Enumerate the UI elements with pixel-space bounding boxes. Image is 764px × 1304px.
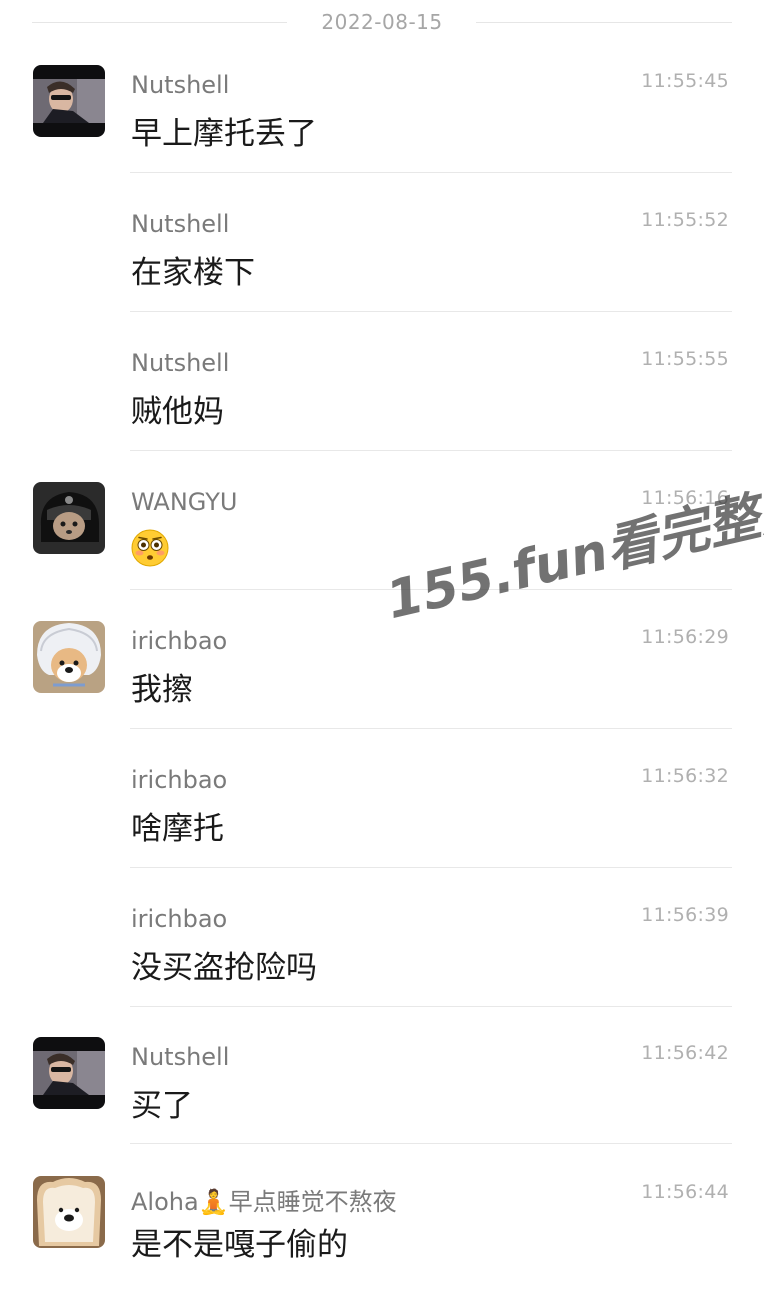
message-divider	[130, 1006, 732, 1007]
message-row[interactable]: irichbao 11:56:32 啥摩托	[0, 749, 764, 888]
message-text: 是不是嘎子偷的	[131, 1227, 348, 1263]
avatar-irichbao[interactable]	[33, 621, 105, 693]
sender-name: Nutshell	[131, 1043, 230, 1071]
message-text: 贼他妈	[131, 394, 224, 430]
message-text: 买了	[131, 1088, 193, 1124]
flushed-face-emoji	[131, 529, 169, 567]
message-time: 11:55:55	[641, 348, 729, 370]
date-separator: 2022-08-15	[0, 0, 764, 44]
sender-name: WANGYU	[131, 488, 238, 516]
message-divider	[130, 311, 732, 312]
message-divider	[130, 450, 732, 451]
message-row[interactable]: Nutshell 11:55:52 在家楼下	[0, 193, 764, 332]
sender-name: Nutshell	[131, 71, 230, 99]
message-text: 我擦	[131, 672, 193, 708]
message-text: 没买盗抢险吗	[131, 950, 317, 986]
sender-name: irichbao	[131, 905, 228, 933]
sender-name: irichbao	[131, 766, 228, 794]
sender-name: Aloha🧘早点睡觉不熬夜	[131, 1188, 397, 1216]
message-divider	[130, 728, 732, 729]
message-row[interactable]: irichbao 11:56:39 没买盗抢险吗	[0, 888, 764, 1027]
sender-name: Nutshell	[131, 210, 230, 238]
message-time: 11:55:52	[641, 209, 729, 231]
message-time: 11:56:42	[641, 1042, 729, 1064]
message-time: 11:56:44	[641, 1181, 729, 1203]
message-text: 啥摩托	[131, 811, 224, 847]
message-text: 在家楼下	[131, 255, 255, 291]
message-row[interactable]: Nutshell 11:55:45 早上摩托丢了	[0, 54, 764, 193]
message-divider	[130, 172, 732, 173]
avatar-nutshell[interactable]	[33, 1037, 105, 1109]
message-row[interactable]: Nutshell 11:56:42 买了	[0, 1026, 764, 1165]
message-text: 早上摩托丢了	[131, 116, 317, 152]
sender-name: irichbao	[131, 627, 228, 655]
avatar-nutshell[interactable]	[33, 65, 105, 137]
message-time: 11:55:45	[641, 70, 729, 92]
message-time: 11:56:29	[641, 626, 729, 648]
date-separator-line-right	[476, 22, 732, 23]
message-time: 11:56:32	[641, 765, 729, 787]
message-time: 11:56:39	[641, 904, 729, 926]
message-row[interactable]: Nutshell 11:55:55 贼他妈	[0, 332, 764, 471]
message-row[interactable]: irichbao 11:56:29 我擦	[0, 610, 764, 749]
sender-name: Nutshell	[131, 349, 230, 377]
message-row[interactable]: Aloha🧘早点睡觉不熬夜 11:56:44 是不是嘎子偷的	[0, 1165, 764, 1304]
message-divider	[130, 867, 732, 868]
avatar-wangyu[interactable]	[33, 482, 105, 554]
message-divider	[130, 1143, 732, 1144]
avatar-aloha[interactable]	[33, 1176, 105, 1248]
